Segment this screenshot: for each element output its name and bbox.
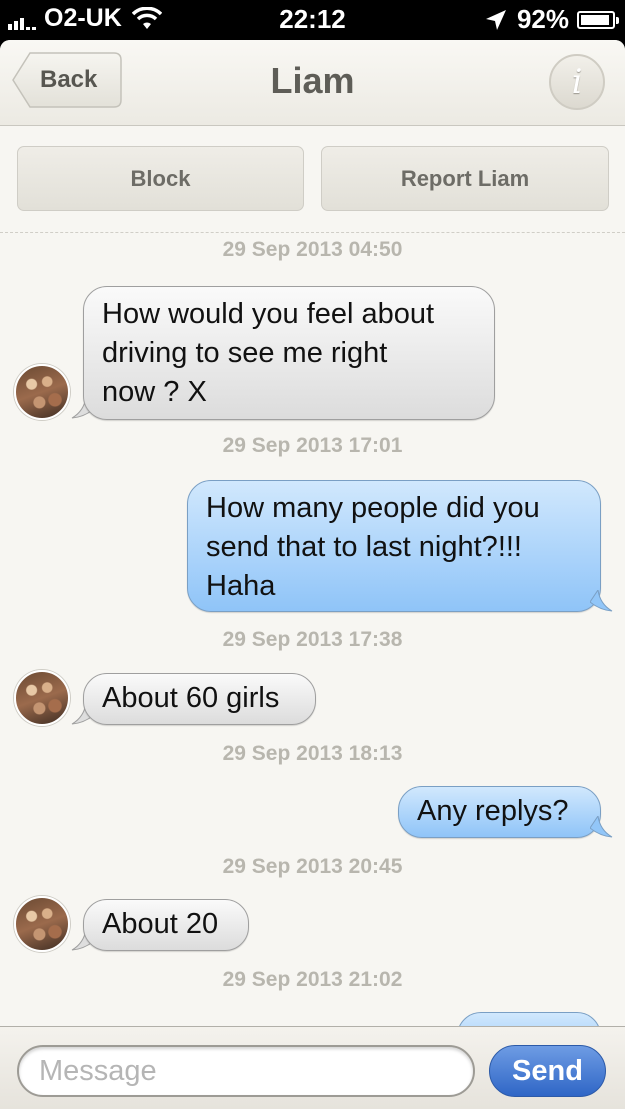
status-right: 92% [485,4,619,35]
timestamp: 29 Sep 2013 17:01 [222,434,403,457]
battery-icon [577,10,619,29]
battery-percent: 92% [516,4,569,34]
message-line: Any replys? [417,795,569,827]
message-input[interactable] [17,1045,475,1097]
conversation-title: Liam [270,60,355,101]
status-bar: O2-UK 22:12 92% [0,0,625,40]
message-bubble-outgoing[interactable]: How many people did you send that to las… [187,480,601,612]
block-button[interactable]: Block [17,146,304,211]
message-line: Haha [206,570,276,602]
message-line: About 20 [102,908,219,940]
report-button[interactable]: Report Liam [321,146,609,211]
message-line: driving to see me right [102,337,388,369]
avatar [14,364,70,420]
message-line: send that to last night?!!! [206,531,522,563]
info-icon[interactable]: i [549,54,605,110]
message-line: How many people did you [206,492,540,524]
location-arrow-icon [485,9,506,30]
message-line: now ? X [102,376,207,408]
message-composer: Send [0,1026,625,1109]
chat-screen: Back Liam i Block Report Liam 29 Sep 201… [0,40,625,1109]
timestamp: 29 Sep 2013 20:45 [222,855,403,878]
navigation-bar: Back Liam i [0,40,625,126]
battery-fill [581,14,609,25]
timestamp: 29 Sep 2013 17:38 [222,628,403,651]
bubble-tail [590,816,613,838]
bubble-tail [590,590,613,612]
message-line: About 60 girls [102,682,280,714]
avatar [14,896,70,952]
message-bubble-incoming[interactable]: About 20 [83,899,249,951]
message-line: How would you feel about [102,298,435,330]
action-bar: Block Report Liam [0,127,625,233]
avatar [14,670,70,726]
message-bubble-outgoing[interactable]: Any replys? [398,786,601,838]
timestamp: 29 Sep 2013 21:02 [222,968,403,991]
message-bubble-incoming[interactable]: How would you feel about driving to see … [83,286,495,420]
send-button[interactable]: Send [489,1045,606,1097]
message-bubble-incoming[interactable]: About 60 girls [83,673,316,725]
timestamp: 29 Sep 2013 04:50 [222,238,403,261]
timestamp: 29 Sep 2013 18:13 [222,742,403,765]
